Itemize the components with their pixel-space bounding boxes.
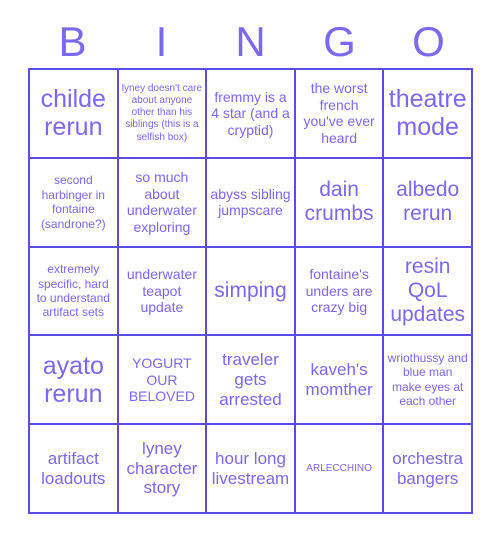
bingo-cell-label: YOGURT OUR BELOVED bbox=[128, 355, 195, 405]
bingo-cell[interactable]: albedo rerun bbox=[384, 158, 473, 248]
bingo-cell[interactable]: the worst french you've ever heard bbox=[295, 70, 385, 159]
bingo-cell-label: abyss sibling jumpscare bbox=[210, 185, 291, 219]
bingo-cell-label: so much about underwater exploring bbox=[126, 169, 197, 235]
bingo-cell-label: second harbinger in fontaine (sandrone?) bbox=[40, 173, 106, 231]
bingo-header-letter-0: B bbox=[58, 18, 87, 65]
bingo-cell[interactable]: second harbinger in fontaine (sandrone?) bbox=[30, 158, 119, 248]
bingo-header-letter-2: N bbox=[235, 18, 266, 65]
bingo-cell[interactable]: traveler gets arrested bbox=[207, 336, 296, 426]
bingo-header: BINGO bbox=[28, 16, 473, 68]
bingo-cell-label: simping bbox=[214, 279, 287, 303]
bingo-cell[interactable]: lyney character story bbox=[118, 425, 208, 514]
bingo-cell[interactable]: resin QoL updates bbox=[384, 247, 473, 337]
bingo-cell[interactable]: abyss sibling jumpscare bbox=[207, 158, 296, 248]
bingo-header-letter-4: O bbox=[412, 18, 445, 65]
bingo-cell-label: wriothussy and blue man make eyes at eac… bbox=[387, 351, 468, 409]
bingo-cell[interactable]: wriothussy and blue man make eyes at eac… bbox=[384, 336, 473, 426]
bingo-cell-label: childe rerun bbox=[40, 85, 106, 142]
bingo-cell[interactable]: fremmy is a 4 star (and a cryptid) bbox=[207, 70, 296, 159]
bingo-cell-label: fremmy is a 4 star (and a cryptid) bbox=[211, 88, 290, 138]
bingo-header-letter-1: I bbox=[155, 18, 168, 65]
bingo-cell[interactable]: extremely specific, hard to understand a… bbox=[30, 247, 119, 337]
bingo-cell[interactable]: YOGURT OUR BELOVED bbox=[118, 336, 208, 426]
bingo-cell[interactable]: lyney doesn't care about anyone other th… bbox=[118, 70, 208, 159]
bingo-cell[interactable]: childe rerun bbox=[30, 70, 119, 159]
bingo-cell-label: hour long livestream bbox=[211, 448, 290, 488]
bingo-cell[interactable]: theatre mode bbox=[384, 70, 473, 159]
bingo-grid: childe rerun lyney doesn't care about any… bbox=[28, 68, 473, 514]
bingo-cell[interactable]: kaveh's momther bbox=[295, 336, 385, 426]
bingo-cell-label: extremely specific, hard to understand a… bbox=[36, 262, 110, 320]
bingo-cell-label: underwater teapot update bbox=[126, 266, 197, 316]
bingo-card: B I N G O childe rerun lyney doesn't care abo… bbox=[0, 0, 500, 544]
bingo-cell-label: resin QoL updates bbox=[390, 255, 466, 326]
bingo-cell[interactable]: underwater teapot update bbox=[118, 247, 208, 337]
bingo-cell[interactable]: so much about underwater exploring bbox=[118, 158, 208, 248]
bingo-cell-label: fontaine's unders are crazy big bbox=[305, 266, 373, 316]
bingo-cell-label: dain crumbs bbox=[304, 178, 374, 226]
bingo-cell-label: the worst french you've ever heard bbox=[303, 80, 375, 146]
bingo-cell[interactable]: artifact loadouts bbox=[30, 425, 119, 514]
bingo-header-letter-3: G bbox=[323, 18, 356, 65]
bingo-cell-label: theatre mode bbox=[388, 85, 467, 142]
bingo-cell-label: lyney doesn't care about anyone other th… bbox=[121, 82, 203, 143]
bingo-cell-label: artifact loadouts bbox=[41, 448, 106, 488]
bingo-cell[interactable]: simping bbox=[207, 247, 296, 337]
bingo-cell[interactable]: hour long livestream bbox=[207, 425, 296, 514]
bingo-cell[interactable]: fontaine's unders are crazy big bbox=[295, 247, 385, 337]
bingo-cell-label: traveler gets arrested bbox=[219, 350, 282, 409]
bingo-cell-label: orchestra bangers bbox=[392, 448, 464, 488]
bingo-cell[interactable]: orchestra bangers bbox=[384, 425, 473, 514]
bingo-cell[interactable]: ayato rerun bbox=[30, 336, 119, 426]
bingo-cell-label: albedo rerun bbox=[396, 178, 460, 226]
bingo-cell-label: ayato rerun bbox=[42, 351, 104, 408]
bingo-cell[interactable]: ARLECCHINO bbox=[295, 425, 385, 514]
bingo-cell[interactable]: dain crumbs bbox=[295, 158, 385, 248]
bingo-cell-label: lyney character story bbox=[126, 439, 198, 498]
bingo-cell-label: kaveh's momther bbox=[305, 360, 373, 399]
bingo-cell-label: ARLECCHINO bbox=[306, 462, 372, 474]
